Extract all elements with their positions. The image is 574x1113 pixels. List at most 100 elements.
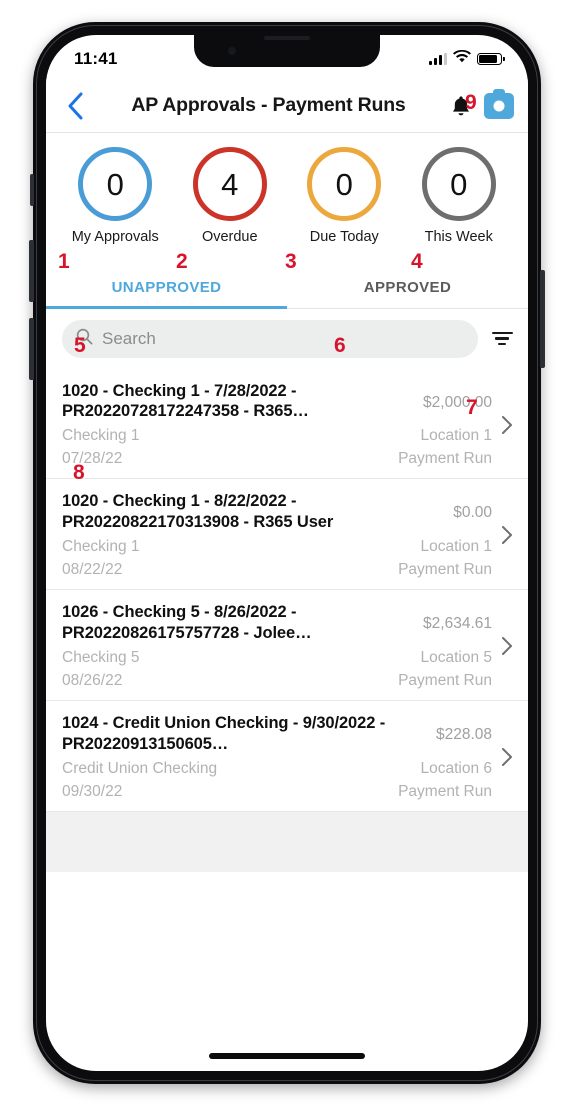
wifi-icon bbox=[453, 49, 471, 68]
list-item-content: 1020 - Checking 1 - 8/22/2022 - PR202208… bbox=[62, 491, 492, 579]
list-item-row-date: 07/28/22 Payment Run bbox=[62, 450, 492, 468]
list-item-date: 09/30/22 bbox=[62, 783, 123, 801]
summary-ring-due-today: 0 bbox=[307, 147, 382, 221]
list-item-account: Checking 5 bbox=[62, 649, 140, 667]
annotation-marker-3: 3 bbox=[285, 250, 297, 273]
summary-ring-my-approvals: 0 bbox=[78, 147, 153, 221]
home-indicator[interactable] bbox=[209, 1053, 365, 1059]
list-item-row-account: Checking 1 Location 1 bbox=[62, 427, 492, 445]
page-title: AP Approvals - Payment Runs bbox=[131, 94, 406, 116]
summary-card-my-approvals[interactable]: 0 My Approvals bbox=[58, 147, 173, 247]
list-item-amount: $2,634.61 bbox=[423, 615, 492, 633]
annotation-marker-1: 1 bbox=[58, 250, 70, 273]
list-item-top-row: 1020 - Checking 1 - 8/22/2022 - PR202208… bbox=[62, 491, 492, 532]
list-item-location: Location 5 bbox=[420, 649, 492, 667]
annotation-marker-7: 7 bbox=[466, 396, 478, 419]
list-item-date: 07/28/22 bbox=[62, 450, 123, 468]
payment-run-list: 1020 - Checking 1 - 7/28/2022 - PR202207… bbox=[46, 368, 528, 873]
list-item-content: 1026 - Checking 5 - 8/26/2022 - PR202208… bbox=[62, 602, 492, 690]
summary-card-due-today[interactable]: 0 Due Today bbox=[287, 147, 402, 247]
list-item-row-date: 08/22/22 Payment Run bbox=[62, 561, 492, 579]
list-item-date: 08/22/22 bbox=[62, 561, 123, 579]
list-item[interactable]: 1020 - Checking 1 - 8/22/2022 - PR202208… bbox=[46, 479, 528, 591]
list-item-date: 08/26/22 bbox=[62, 672, 123, 690]
summary-card-this-week[interactable]: 0 This Week bbox=[402, 147, 517, 247]
annotation-marker-2: 2 bbox=[176, 250, 188, 273]
list-item-title: 1020 - Checking 1 - 8/22/2022 - PR202208… bbox=[62, 492, 334, 531]
list-item-account: Checking 1 bbox=[62, 427, 140, 445]
volume-down-button[interactable] bbox=[29, 318, 34, 380]
list-item-account: Checking 1 bbox=[62, 538, 140, 556]
summary-ring-this-week: 0 bbox=[421, 147, 496, 221]
annotation-marker-5: 5 bbox=[74, 334, 86, 357]
volume-up-button[interactable] bbox=[29, 240, 34, 302]
search-placeholder: Search bbox=[102, 328, 156, 348]
phone-frame: 11:41 AP Approvals - Payment Runs 0 My A… bbox=[29, 22, 545, 1084]
list-footer-spacer bbox=[46, 812, 528, 873]
annotation-marker-8: 8 bbox=[73, 461, 85, 484]
summary-card-overdue[interactable]: 4 Overdue bbox=[173, 147, 288, 247]
search-input[interactable]: Search bbox=[62, 319, 478, 358]
chevron-right-icon[interactable] bbox=[496, 713, 518, 801]
summary-ring-overdue: 4 bbox=[192, 147, 267, 221]
earpiece-speaker bbox=[264, 36, 310, 40]
front-camera-icon bbox=[228, 47, 236, 55]
list-item-amount: $0.00 bbox=[453, 504, 492, 522]
list-item-type: Payment Run bbox=[398, 783, 492, 801]
annotation-marker-9: 9 bbox=[465, 91, 477, 114]
list-item-type: Payment Run bbox=[398, 561, 492, 579]
list-item-location: Location 6 bbox=[420, 760, 492, 778]
list-item-content: 1020 - Checking 1 - 7/28/2022 - PR202207… bbox=[62, 381, 492, 469]
summary-count: 4 bbox=[221, 166, 239, 202]
nav-bar: AP Approvals - Payment Runs bbox=[46, 79, 528, 133]
list-item-location: Location 1 bbox=[420, 538, 492, 556]
summary-label: Overdue bbox=[201, 229, 258, 245]
list-item-row-date: 08/26/22 Payment Run bbox=[62, 672, 492, 690]
list-item-amount: $228.08 bbox=[435, 726, 492, 744]
filter-icon[interactable] bbox=[490, 329, 514, 349]
summary-count: 0 bbox=[106, 166, 124, 202]
list-item[interactable]: 1024 - Credit Union Checking - 9/30/2022… bbox=[46, 701, 528, 813]
list-item-title: 1024 - Credit Union Checking - 9/30/2022… bbox=[62, 714, 386, 753]
list-item-type: Payment Run bbox=[398, 672, 492, 690]
list-item-row-date: 09/30/22 Payment Run bbox=[62, 783, 492, 801]
list-item-title: 1020 - Checking 1 - 7/28/2022 - PR202207… bbox=[62, 381, 309, 420]
list-item-account: Credit Union Checking bbox=[62, 760, 218, 778]
summary-count: 0 bbox=[335, 166, 353, 202]
chevron-right-icon[interactable] bbox=[496, 381, 518, 469]
summary-label: My Approvals bbox=[71, 229, 159, 245]
list-item-row-account: Checking 5 Location 5 bbox=[62, 649, 492, 667]
silent-switch-button[interactable] bbox=[30, 174, 34, 206]
chevron-right-icon[interactable] bbox=[496, 491, 518, 579]
annotation-marker-6: 6 bbox=[334, 334, 346, 357]
battery-icon bbox=[477, 53, 505, 65]
list-item-top-row: 1026 - Checking 5 - 8/26/2022 - PR202208… bbox=[62, 602, 492, 643]
phone-screen: 11:41 AP Approvals - Payment Runs 0 My A… bbox=[46, 35, 528, 1071]
list-item-top-row: 1024 - Credit Union Checking - 9/30/2022… bbox=[62, 713, 492, 754]
list-item-row-account: Checking 1 Location 1 bbox=[62, 538, 492, 556]
summary-label: This Week bbox=[424, 229, 493, 245]
status-icons bbox=[429, 46, 505, 68]
list-item[interactable]: 1020 - Checking 1 - 7/28/2022 - PR202207… bbox=[46, 368, 528, 480]
annotation-marker-4: 4 bbox=[411, 250, 423, 273]
tab-approved[interactable]: APPROVED bbox=[287, 265, 528, 308]
search-row: Search bbox=[46, 308, 528, 369]
list-item[interactable]: 1026 - Checking 5 - 8/26/2022 - PR202208… bbox=[46, 590, 528, 702]
power-button[interactable] bbox=[540, 270, 545, 368]
list-item-top-row: 1020 - Checking 1 - 7/28/2022 - PR202207… bbox=[62, 381, 492, 422]
cellular-bars-icon bbox=[429, 53, 447, 65]
camera-icon[interactable] bbox=[484, 89, 514, 119]
summary-label: Due Today bbox=[309, 229, 379, 245]
summary-cards: 0 My Approvals 4 Overdue 0 Due Today 0 T… bbox=[46, 133, 528, 255]
list-item-amount: $2,000.00 bbox=[423, 393, 492, 411]
chevron-right-icon[interactable] bbox=[496, 602, 518, 690]
nav-actions bbox=[451, 89, 514, 119]
list-item-content: 1024 - Credit Union Checking - 9/30/2022… bbox=[62, 713, 492, 801]
tab-unapproved[interactable]: UNAPPROVED bbox=[46, 265, 287, 309]
list-item-title: 1026 - Checking 5 - 8/26/2022 - PR202208… bbox=[62, 603, 312, 642]
summary-count: 0 bbox=[450, 166, 468, 202]
notch bbox=[194, 35, 380, 67]
list-item-location: Location 1 bbox=[420, 427, 492, 445]
status-time: 11:41 bbox=[74, 49, 118, 68]
list-item-type: Payment Run bbox=[398, 450, 492, 468]
